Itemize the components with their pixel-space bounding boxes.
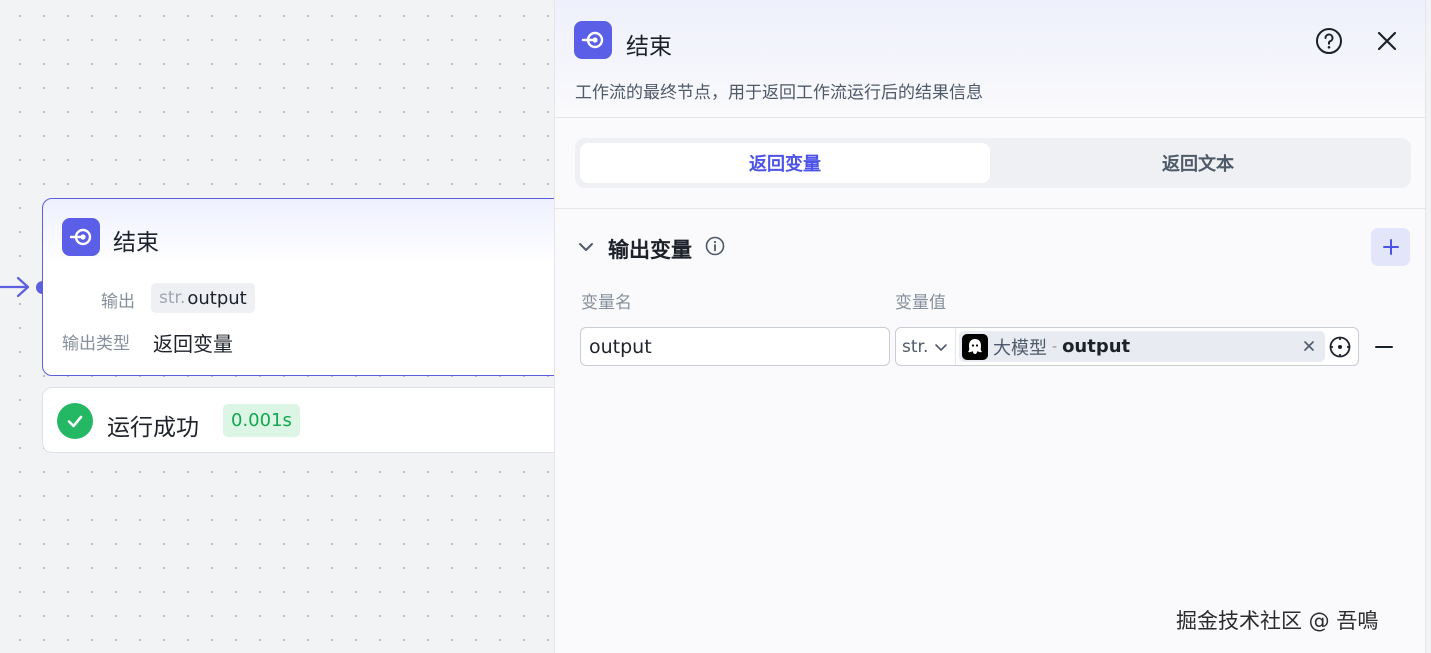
- output-type-value: 返回变量: [153, 332, 233, 356]
- node-title: 结束: [113, 230, 159, 256]
- output-variable-chip: str. output: [151, 283, 255, 313]
- node-settings-panel: 结束 工作流的最终节点，用于返回工作流运行后的结果信息 返回变量 返回文本 输出…: [554, 0, 1426, 653]
- variable-value-field: str. 大模型 - output: [895, 327, 1359, 366]
- chevron-down-icon[interactable]: [577, 238, 595, 256]
- plus-icon: [1382, 239, 1399, 255]
- end-node-icon: [574, 21, 612, 59]
- end-node-card[interactable]: 结束 输出 str. output 输出类型 返回变量: [42, 198, 582, 376]
- variable-picker-icon[interactable]: [1328, 335, 1352, 359]
- duration-badge: 0.001s: [223, 404, 300, 437]
- panel-description: 工作流的最终节点，用于返回工作流运行后的结果信息: [575, 83, 983, 103]
- llm-model-icon: [962, 333, 988, 360]
- close-icon[interactable]: [1375, 29, 1399, 53]
- column-header-name: 变量名: [581, 293, 632, 313]
- check-icon: [57, 403, 93, 439]
- help-icon[interactable]: [1315, 27, 1343, 55]
- chip-name: output: [187, 287, 247, 309]
- column-header-value: 变量值: [895, 293, 946, 313]
- clear-icon[interactable]: [1301, 338, 1317, 354]
- return-mode-tabs: 返回变量 返回文本: [575, 138, 1411, 188]
- tab-return-text[interactable]: 返回文本: [993, 143, 1403, 183]
- output-type-label: 输出类型: [62, 334, 130, 354]
- end-node-icon: [62, 218, 100, 256]
- variable-type-select[interactable]: str.: [896, 328, 956, 365]
- chevron-down-icon: [935, 343, 948, 351]
- info-icon[interactable]: [705, 236, 725, 256]
- divider: [555, 208, 1425, 209]
- output-variables-title: 输出变量: [608, 238, 692, 262]
- run-status-text: 运行成功: [107, 415, 199, 441]
- variable-type-value: str.: [902, 336, 929, 357]
- panel-title: 结束: [626, 34, 672, 60]
- run-status-card[interactable]: 运行成功 0.001s: [42, 387, 582, 453]
- variable-name-input[interactable]: [580, 327, 890, 366]
- edge-arrow-icon: [0, 276, 30, 298]
- add-variable-button[interactable]: [1371, 228, 1410, 266]
- output-label: 输出: [101, 292, 135, 312]
- variable-reference-tag[interactable]: 大模型 - output: [959, 331, 1325, 362]
- panel-header: 结束 工作流的最终节点，用于返回工作流运行后的结果信息: [555, 0, 1425, 118]
- tab-return-variable[interactable]: 返回变量: [580, 143, 990, 183]
- watermark: 掘金技术社区 @ 吾鳴: [1176, 609, 1379, 633]
- reference-separator: -: [1052, 338, 1058, 355]
- minus-icon[interactable]: [1373, 336, 1395, 358]
- reference-source: 大模型: [993, 337, 1047, 359]
- reference-variable: output: [1062, 336, 1131, 357]
- chip-type: str.: [159, 288, 186, 308]
